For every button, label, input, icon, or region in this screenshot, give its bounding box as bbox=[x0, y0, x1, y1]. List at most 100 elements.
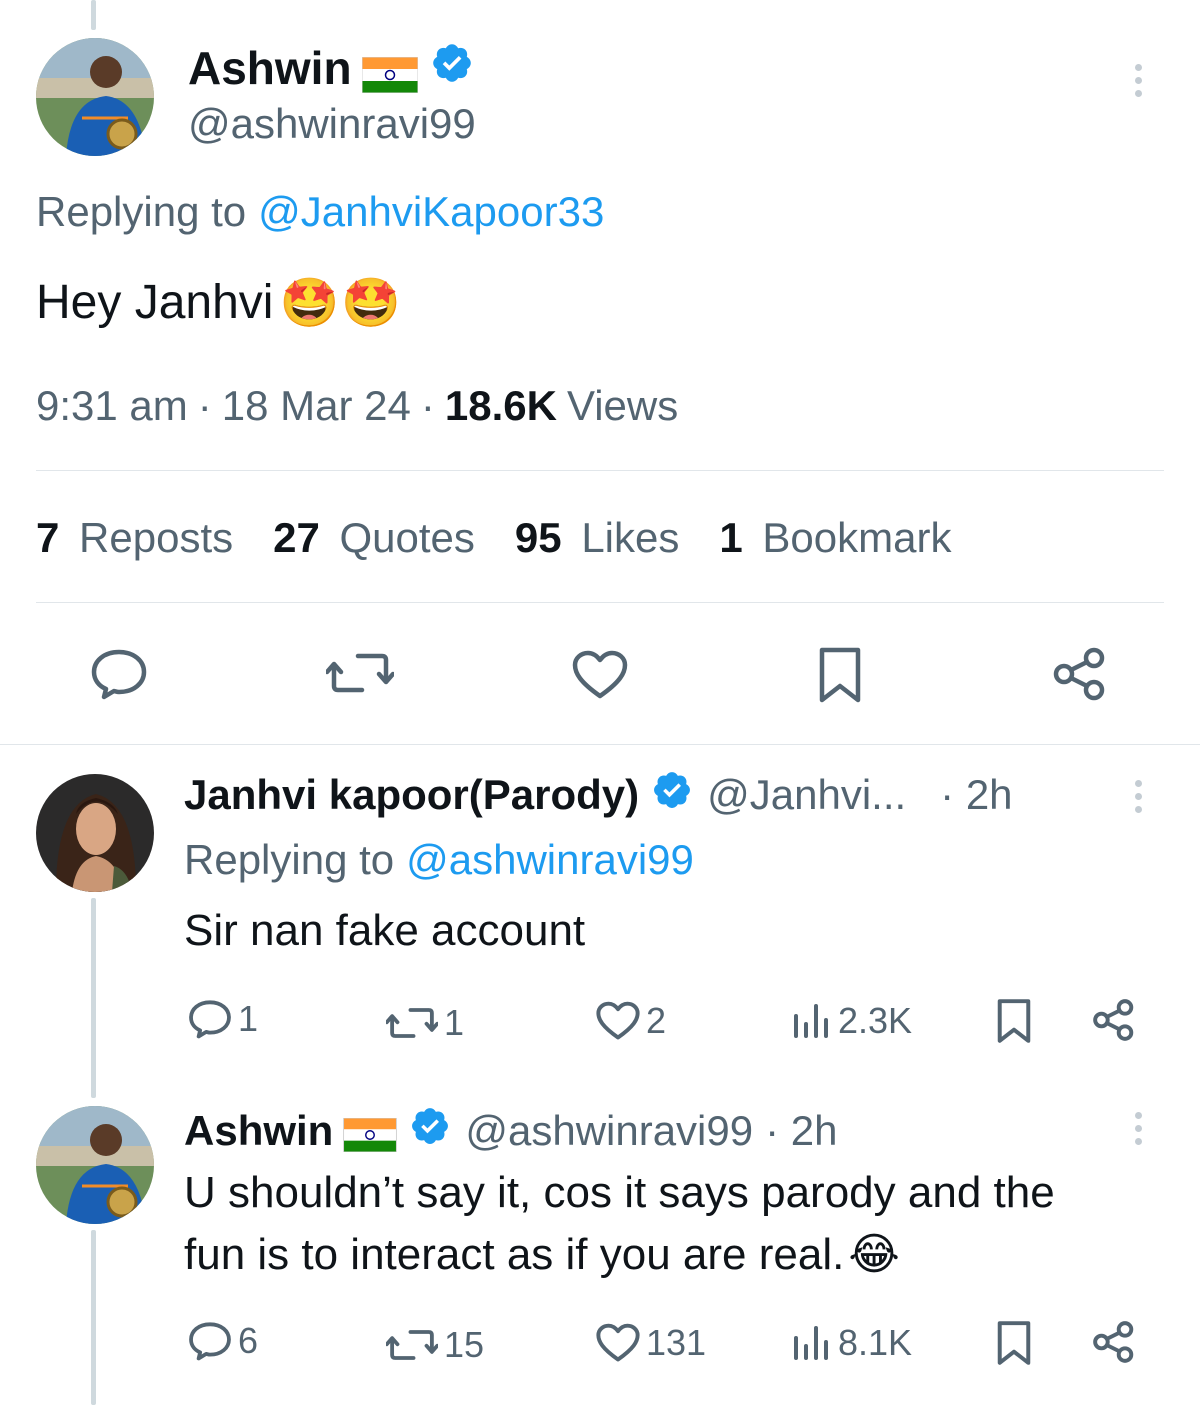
india-flag-icon bbox=[343, 1114, 398, 1153]
heart-icon bbox=[596, 1323, 640, 1362]
repost-count: 1 bbox=[444, 1002, 465, 1043]
replying-to-label: Replying to bbox=[184, 836, 395, 883]
repost-arrows-icon bbox=[386, 1330, 438, 1360]
author-name[interactable]: Ashwin bbox=[188, 41, 352, 95]
bar-chart-icon bbox=[794, 1004, 828, 1038]
views-count: 8.1K bbox=[838, 1322, 913, 1363]
share-button[interactable] bbox=[1092, 998, 1136, 1042]
reposts-count: 7 bbox=[36, 514, 60, 561]
quotes-stat[interactable]: 27 Quotes bbox=[273, 514, 475, 562]
replying-to-handle[interactable]: @JanhviKapoor33 bbox=[258, 188, 604, 236]
views-count: 2.3K bbox=[838, 1000, 913, 1041]
janhvi-avatar[interactable] bbox=[36, 774, 154, 892]
india-flag-icon bbox=[361, 50, 419, 94]
author-handle[interactable]: @Janhvi... bbox=[707, 771, 906, 819]
views-label: Views bbox=[566, 382, 679, 429]
bookmark-icon bbox=[997, 1321, 1031, 1365]
tweet-meta: 9:31 am · 18 Mar 24 · 18.6K Views bbox=[36, 382, 678, 430]
bookmark-icon bbox=[997, 999, 1031, 1043]
quotes-label: Quotes bbox=[339, 514, 475, 561]
heart-icon bbox=[572, 650, 628, 699]
views-button[interactable]: 2.3K bbox=[792, 1000, 912, 1042]
verified-badge-icon bbox=[430, 41, 474, 96]
tweet-time[interactable]: · 2h bbox=[940, 771, 1012, 819]
divider bbox=[36, 602, 1164, 603]
engagement-stats: 7 Reposts 27 Quotes 95 Likes 1 Bookmark bbox=[36, 514, 951, 562]
author-name[interactable]: Janhvi kapoor(Parody) bbox=[184, 771, 639, 819]
tweet-date[interactable]: 18 Mar 24 bbox=[222, 382, 411, 430]
meta-separator: · bbox=[420, 382, 435, 429]
laughing-emoji: 😂 bbox=[848, 1230, 900, 1279]
meta-separator: · bbox=[197, 382, 212, 429]
reposts-label: Reposts bbox=[79, 514, 234, 561]
verified-badge-icon bbox=[409, 1105, 451, 1157]
likes-stat[interactable]: 95 Likes bbox=[515, 514, 679, 562]
repost-arrows-icon bbox=[386, 1008, 438, 1038]
more-options-icon[interactable] bbox=[1135, 780, 1142, 813]
more-options-icon[interactable] bbox=[1135, 64, 1142, 97]
views-button[interactable]: 8.1K bbox=[792, 1322, 912, 1364]
speech-bubble-icon bbox=[189, 1322, 231, 1361]
star-struck-emoji: 🤩🤩 bbox=[279, 277, 403, 330]
reply-button[interactable] bbox=[90, 648, 148, 700]
replying-to-line: Replying to @ashwinravi99 bbox=[184, 836, 694, 884]
quotes-count: 27 bbox=[273, 514, 320, 561]
tweet-body: Hey Janhvi bbox=[36, 276, 274, 329]
like-button[interactable]: 131 bbox=[596, 1322, 706, 1364]
bookmark-icon bbox=[819, 647, 861, 703]
likes-label: Likes bbox=[581, 514, 680, 561]
bookmarks-count: 1 bbox=[719, 514, 743, 561]
ashwin-avatar[interactable] bbox=[36, 1106, 154, 1224]
tweet-time[interactable]: · 2h bbox=[765, 1107, 837, 1155]
repost-count: 15 bbox=[444, 1324, 485, 1365]
bookmarks-label: Bookmark bbox=[762, 514, 952, 561]
likes-count: 95 bbox=[514, 514, 562, 561]
author-handle[interactable]: @ashwinravi99 bbox=[188, 100, 476, 148]
thread-connector-top bbox=[91, 0, 96, 30]
section-divider bbox=[0, 744, 1200, 745]
like-button[interactable]: 2 bbox=[596, 1000, 666, 1042]
reply-count: 1 bbox=[238, 998, 259, 1039]
tweet-body-line-1: U shouldn’t say it, cos it says parody a… bbox=[184, 1168, 1055, 1217]
reposts-stat[interactable]: 7 Reposts bbox=[36, 514, 233, 562]
ashwin-avatar[interactable] bbox=[36, 38, 154, 156]
repost-arrows-icon bbox=[326, 653, 394, 693]
share-icon bbox=[1093, 1321, 1134, 1363]
divider bbox=[36, 470, 1164, 471]
thread-connector-reply bbox=[91, 898, 96, 1098]
like-count: 131 bbox=[646, 1322, 707, 1363]
tweet-body-line-2: fun is to interact as if you are real. 😂 bbox=[184, 1224, 1174, 1286]
tweet-body: Sir nan fake account bbox=[184, 906, 586, 955]
share-button[interactable] bbox=[1052, 646, 1108, 702]
more-options-icon[interactable] bbox=[1135, 1112, 1142, 1145]
bookmarks-stat[interactable]: 1 Bookmark bbox=[719, 514, 951, 562]
replying-to-handle[interactable]: @ashwinravi99 bbox=[406, 836, 694, 884]
share-button[interactable] bbox=[1092, 1320, 1136, 1364]
reply-button[interactable]: 6 bbox=[188, 1320, 258, 1362]
tweet-body: U shouldn’t say it, cos it says parody a… bbox=[184, 1162, 1174, 1286]
bookmark-button[interactable] bbox=[996, 998, 1032, 1044]
repost-button[interactable] bbox=[326, 650, 394, 696]
speech-bubble-icon bbox=[91, 649, 147, 700]
share-icon bbox=[1093, 999, 1134, 1041]
bookmark-button[interactable] bbox=[818, 646, 862, 704]
tweet-text: Hey Janhvi 🤩🤩 bbox=[36, 274, 403, 331]
share-icon bbox=[1053, 647, 1105, 701]
views-count: 18.6K bbox=[444, 382, 557, 429]
like-button[interactable] bbox=[572, 650, 628, 700]
author-handle[interactable]: @ashwinravi99 bbox=[465, 1107, 753, 1155]
tweet-body-line-2-text: fun is to interact as if you are real. bbox=[184, 1230, 845, 1279]
repost-button[interactable]: 15 bbox=[386, 1324, 484, 1366]
like-count: 2 bbox=[646, 1000, 667, 1041]
thread-connector-bottom bbox=[91, 1230, 96, 1405]
replying-to-label: Replying to bbox=[36, 188, 247, 235]
bookmark-button[interactable] bbox=[996, 1320, 1032, 1366]
repost-button[interactable]: 1 bbox=[386, 1002, 464, 1044]
tweet-time[interactable]: 9:31 am bbox=[36, 382, 188, 430]
author-name[interactable]: Ashwin bbox=[184, 1107, 333, 1155]
heart-icon bbox=[596, 1001, 640, 1040]
reply-button[interactable]: 1 bbox=[188, 998, 258, 1040]
bar-chart-icon bbox=[794, 1326, 828, 1360]
reply-count: 6 bbox=[238, 1320, 259, 1361]
replying-to-line: Replying to @JanhviKapoor33 bbox=[36, 188, 604, 236]
